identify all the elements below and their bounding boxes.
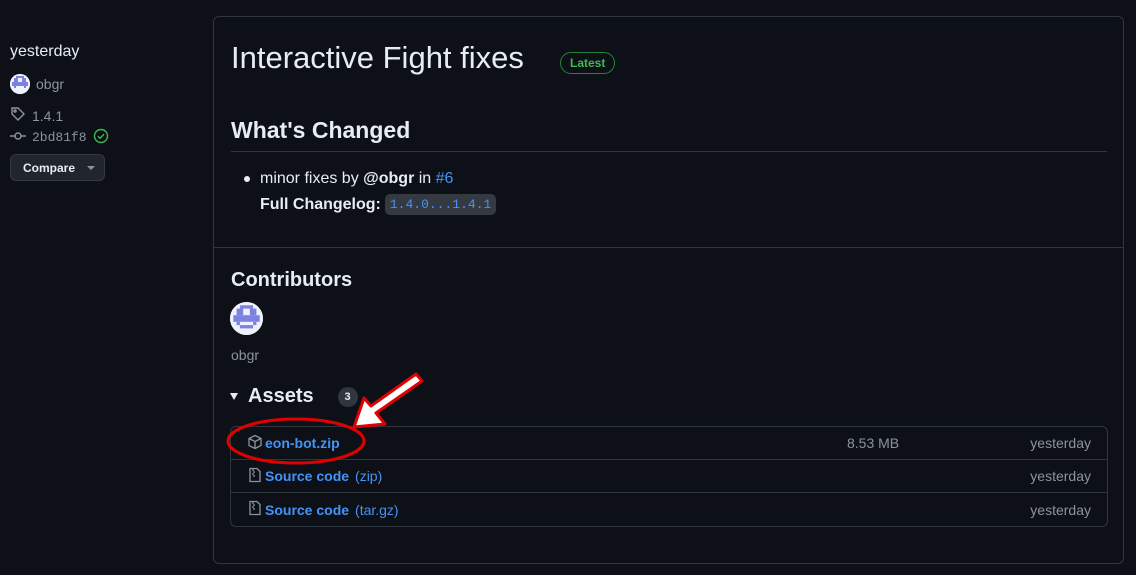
contributor-avatar[interactable] xyxy=(230,302,263,335)
author-name[interactable]: obgr xyxy=(36,76,64,92)
whats-changed-heading: What's Changed xyxy=(231,117,411,143)
git-commit-icon xyxy=(10,128,26,147)
assets-toggle[interactable]: Assets 3 xyxy=(230,385,358,408)
changelog-compare-link[interactable]: 1.4.0...1.4.1 xyxy=(384,194,497,215)
asset-format[interactable]: (tar.gz) xyxy=(355,502,399,518)
asset-date: yesterday xyxy=(1030,468,1091,484)
changes-list: minor fixes by @obgr in #6 Full Changelo… xyxy=(244,170,497,215)
asset-date: yesterday xyxy=(1030,501,1091,518)
release-card: Interactive Fight fixes Latest What's Ch… xyxy=(213,16,1124,564)
avatar[interactable] xyxy=(10,74,30,94)
file-zip-icon xyxy=(247,500,263,519)
assets-count-badge: 3 xyxy=(337,386,358,407)
author[interactable]: obgr xyxy=(10,74,64,94)
triangle-down-icon xyxy=(230,393,238,400)
asset-name[interactable]: Source code xyxy=(265,502,349,518)
asset-row: Source code (zip) yesterday xyxy=(231,460,1107,493)
commit-link[interactable]: 2bd81f8 xyxy=(10,128,109,147)
tag-name[interactable]: 1.4.1 xyxy=(32,108,63,124)
asset-row: eon-bot.zip 8.53 MB yesterday xyxy=(231,427,1107,460)
list-item: minor fixes by @obgr in #6 xyxy=(244,170,496,188)
compare-button[interactable]: Compare xyxy=(10,154,105,181)
section-divider xyxy=(214,247,1123,248)
package-icon xyxy=(247,434,263,453)
pr-link[interactable]: #6 xyxy=(436,170,454,187)
latest-badge: Latest xyxy=(560,52,616,74)
assets-heading[interactable]: Assets xyxy=(248,385,314,408)
full-changelog: Full Changelog: 1.4.0...1.4.1 xyxy=(260,194,497,215)
bullet-dot xyxy=(244,176,250,182)
full-changelog-label: Full Changelog: xyxy=(260,196,381,214)
change-text-mid: in xyxy=(414,170,436,187)
compare-label: Compare xyxy=(23,160,76,175)
asset-link[interactable]: Source code (zip) xyxy=(247,467,382,486)
asset-link[interactable]: Source code (tar.gz) xyxy=(247,500,399,519)
release-date: yesterday xyxy=(10,43,80,60)
assets-list: eon-bot.zip 8.53 MB yesterday Source cod… xyxy=(230,426,1108,527)
full-changelog-text: Full Changelog xyxy=(260,195,376,213)
asset-date: yesterday xyxy=(1030,435,1091,451)
file-zip-icon xyxy=(247,467,263,486)
chevron-down-icon xyxy=(87,165,96,170)
contributors-heading: Contributors xyxy=(231,269,353,291)
change-text: minor fixes by @obgr in #6 xyxy=(260,170,453,188)
heading-divider xyxy=(231,151,1107,152)
release-title[interactable]: Interactive Fight fixes xyxy=(231,40,524,76)
full-changelog-colon: : xyxy=(375,195,381,213)
tag-link[interactable]: 1.4.1 xyxy=(10,106,63,125)
commit-sha[interactable]: 2bd81f8 xyxy=(32,130,87,145)
asset-row: Source code (tar.gz) yesterday xyxy=(231,493,1107,526)
asset-link[interactable]: eon-bot.zip xyxy=(247,434,340,453)
verified-check-icon[interactable] xyxy=(93,128,109,147)
change-text-prefix: minor fixes by xyxy=(260,170,364,187)
tag-icon xyxy=(10,106,26,125)
asset-size: 8.53 MB xyxy=(847,435,900,451)
contributor-name[interactable]: obgr xyxy=(231,347,259,363)
user-mention[interactable]: @obgr xyxy=(363,170,414,187)
asset-name[interactable]: Source code xyxy=(265,468,349,484)
asset-format[interactable]: (zip) xyxy=(355,468,382,484)
asset-name[interactable]: eon-bot.zip xyxy=(265,435,340,451)
